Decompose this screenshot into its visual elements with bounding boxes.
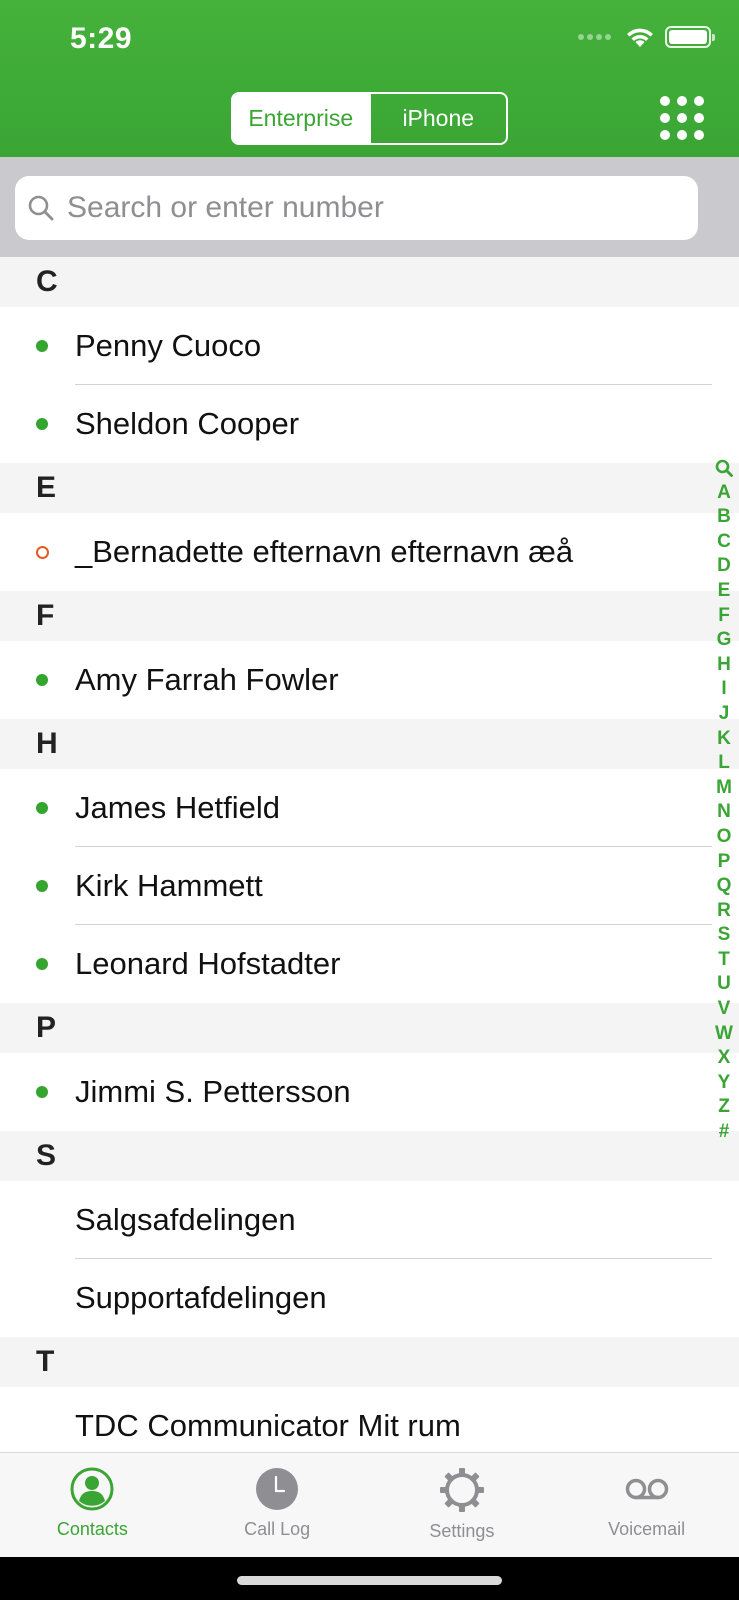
contact-row[interactable]: TDC Communicator Mit rum xyxy=(0,1387,739,1452)
wifi-icon xyxy=(627,28,653,47)
app-header: 5:29 Enterprise iPhone xyxy=(0,0,739,157)
index-letter[interactable]: U xyxy=(717,972,731,997)
gear-icon xyxy=(439,1468,484,1512)
contact-name: Leonard Hofstadter xyxy=(75,946,341,981)
tab-call-log[interactable]: Call Log xyxy=(185,1453,370,1557)
search-field[interactable] xyxy=(15,176,698,240)
index-letter[interactable]: C xyxy=(717,530,731,555)
section-header-e: E xyxy=(0,463,739,513)
presence-online-icon xyxy=(36,418,48,430)
index-letter[interactable]: T xyxy=(718,948,730,973)
contact-row[interactable]: Leonard Hofstadter xyxy=(0,925,739,1003)
tab-label: Contacts xyxy=(56,1519,128,1539)
search-input[interactable] xyxy=(67,191,667,225)
index-letter[interactable]: X xyxy=(718,1046,731,1071)
presence-online-icon xyxy=(36,802,48,814)
contact-name: Kirk Hammett xyxy=(75,868,263,903)
index-letter[interactable]: Q xyxy=(717,874,732,899)
contact-row[interactable]: Amy Farrah Fowler xyxy=(0,641,739,719)
index-letter[interactable]: G xyxy=(717,628,732,653)
index-letter[interactable]: # xyxy=(719,1120,730,1145)
contact-name: _Bernadette efternavn efternavn æå xyxy=(75,534,574,569)
tab-label: Settings xyxy=(429,1521,495,1541)
tab-label: Call Log xyxy=(244,1519,311,1539)
tab-voicemail[interactable]: Voicemail xyxy=(554,1453,739,1557)
tab-settings[interactable]: Settings xyxy=(370,1453,555,1557)
presence-online-icon xyxy=(36,880,48,892)
section-header-t: T xyxy=(0,1337,739,1387)
index-letter[interactable]: D xyxy=(717,554,731,579)
index-letter[interactable]: W xyxy=(715,1022,733,1047)
index-letter[interactable]: K xyxy=(717,727,731,752)
clock-icon xyxy=(256,1468,299,1510)
index-letter[interactable]: A xyxy=(717,481,731,506)
contact-row[interactable]: Kirk Hammett xyxy=(0,847,739,925)
home-indicator[interactable] xyxy=(237,1576,502,1585)
index-letter[interactable]: E xyxy=(718,579,731,604)
search-icon xyxy=(28,195,54,221)
index-letter[interactable]: O xyxy=(717,825,732,850)
section-header-c: C xyxy=(0,257,739,307)
index-letter[interactable]: F xyxy=(718,604,730,629)
index-letter[interactable]: H xyxy=(717,653,731,678)
index-letter[interactable]: L xyxy=(718,751,730,776)
presence-online-icon xyxy=(36,958,48,970)
contact-list[interactable]: C Penny Cuoco Sheldon Cooper E _Bernadet… xyxy=(0,257,739,1452)
tab-contacts[interactable]: Contacts xyxy=(0,1453,185,1557)
voicemail-icon xyxy=(625,1478,668,1500)
section-header-s: S xyxy=(0,1131,739,1181)
contact-row[interactable]: Salgsafdelingen xyxy=(0,1181,739,1259)
contact-name: Salgsafdelingen xyxy=(75,1202,296,1237)
index-letter[interactable]: B xyxy=(717,505,731,530)
contact-name: Penny Cuoco xyxy=(75,328,262,363)
presence-online-icon xyxy=(36,674,48,686)
segment-iphone[interactable]: iPhone xyxy=(368,94,507,143)
index-letter[interactable]: I xyxy=(721,677,726,702)
contact-name: Supportafdelingen xyxy=(75,1280,327,1315)
contact-row[interactable]: Supportafdelingen xyxy=(0,1259,739,1337)
index-letter[interactable]: Z xyxy=(718,1095,730,1120)
tab-bar: Contacts Call Log Settings Voicemail xyxy=(0,1452,739,1557)
index-search-icon[interactable] xyxy=(715,456,733,481)
contact-row[interactable]: Jimmi S. Pettersson xyxy=(0,1053,739,1131)
contact-name: James Hetfield xyxy=(75,790,281,825)
index-letter[interactable]: J xyxy=(719,702,730,727)
cellular-signal-icon xyxy=(578,34,611,40)
index-letter[interactable]: S xyxy=(718,923,731,948)
section-index[interactable]: A B C D E F G H I J K L M N O P Q R S T … xyxy=(713,456,735,1145)
contact-row[interactable]: _Bernadette efternavn efternavn æå xyxy=(0,513,739,591)
contacts-icon xyxy=(70,1467,114,1511)
battery-icon xyxy=(665,26,715,48)
section-header-f: F xyxy=(0,591,739,641)
segment-enterprise[interactable]: Enterprise xyxy=(233,94,369,143)
index-letter[interactable]: R xyxy=(717,899,731,924)
contact-name: Jimmi S. Pettersson xyxy=(75,1074,351,1109)
contact-name: TDC Communicator Mit rum xyxy=(75,1408,461,1443)
directory-segmented-control: Enterprise iPhone xyxy=(231,92,508,145)
index-letter[interactable]: Y xyxy=(718,1071,731,1096)
index-letter[interactable]: N xyxy=(717,800,731,825)
contact-row[interactable]: James Hetfield xyxy=(0,769,739,847)
section-header-p: P xyxy=(0,1003,739,1053)
contact-name: Sheldon Cooper xyxy=(75,406,300,441)
contact-row[interactable]: Sheldon Cooper xyxy=(0,385,739,463)
status-time: 5:29 xyxy=(70,22,133,55)
index-letter[interactable]: V xyxy=(718,997,731,1022)
status-icons xyxy=(578,26,715,48)
search-bar-area xyxy=(0,157,739,257)
section-header-h: H xyxy=(0,719,739,769)
contact-row[interactable]: Penny Cuoco xyxy=(0,307,739,385)
contact-name: Amy Farrah Fowler xyxy=(75,662,339,697)
presence-online-icon xyxy=(36,340,48,352)
presence-online-icon xyxy=(36,1086,48,1098)
index-letter[interactable]: M xyxy=(716,776,732,801)
tab-label: Voicemail xyxy=(608,1519,686,1539)
dialpad-grid-icon[interactable] xyxy=(660,96,704,140)
index-letter[interactable]: P xyxy=(718,850,731,875)
presence-offline-icon xyxy=(36,546,49,559)
